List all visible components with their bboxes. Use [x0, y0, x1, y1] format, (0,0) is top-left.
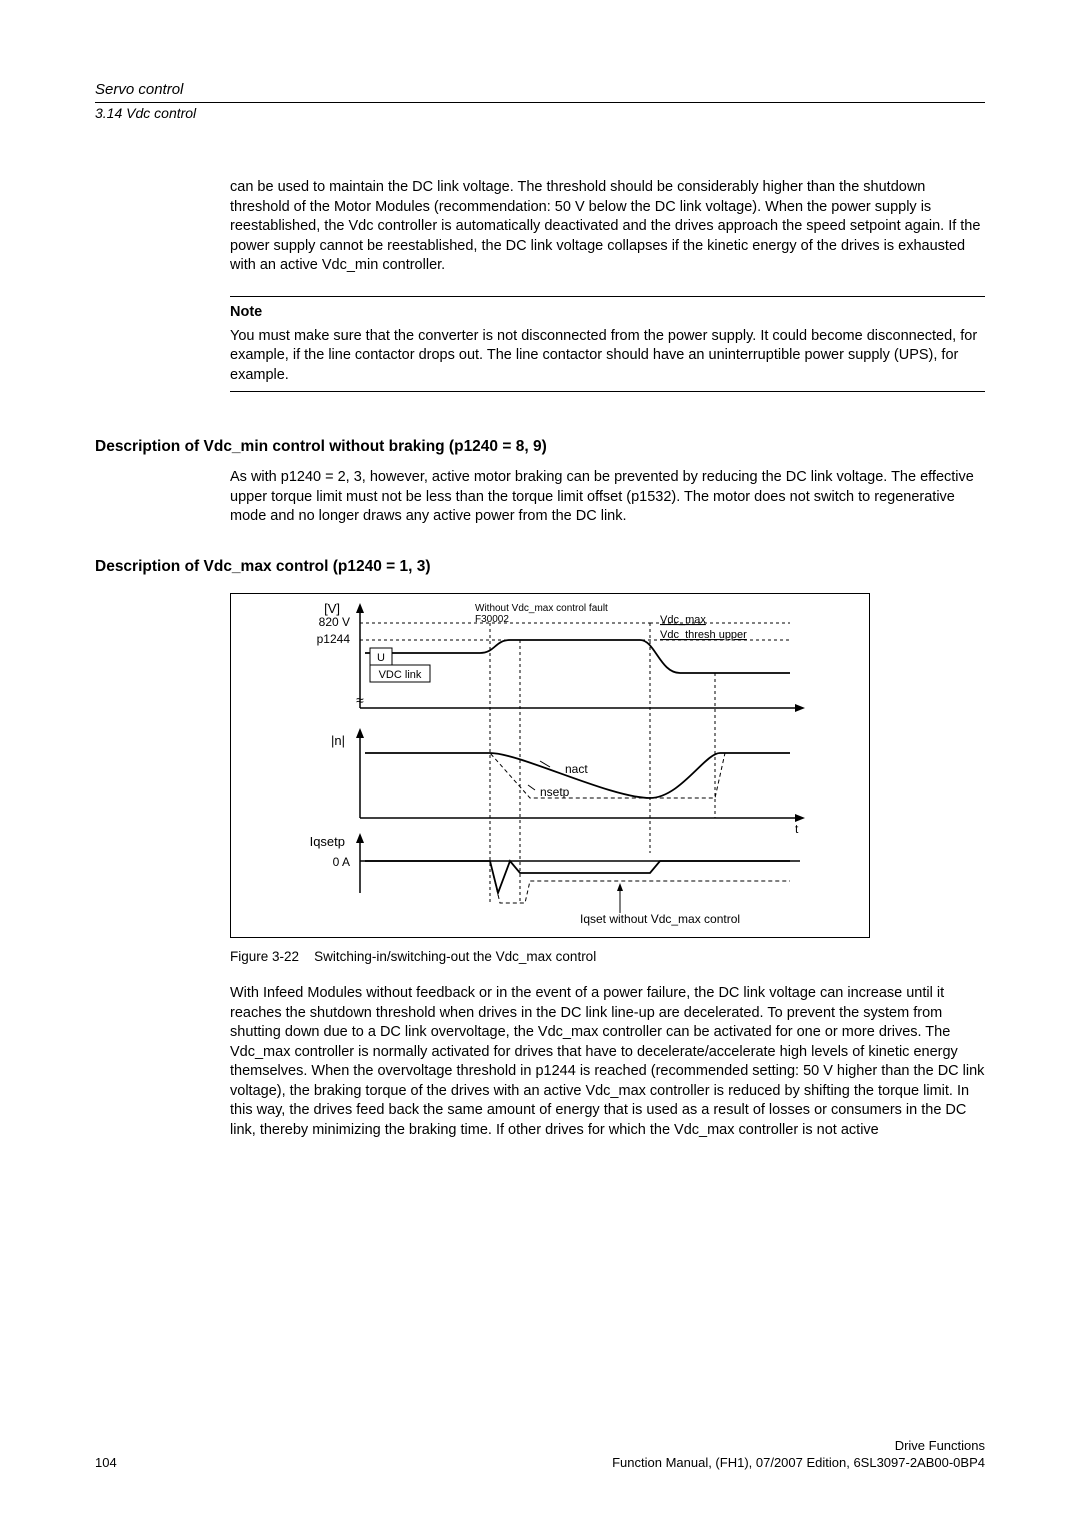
- note-block: Note You must make sure that the convert…: [230, 296, 985, 392]
- page-header: Servo control 3.14 Vdc control: [95, 80, 985, 123]
- chart-label-vdclink: VDC link: [379, 669, 422, 681]
- page-number: 104: [95, 1454, 117, 1472]
- svg-text:≈: ≈: [356, 692, 364, 708]
- tick-820v: 820 V: [319, 615, 350, 629]
- heading-vdc-min-no-braking: Description of Vdc_min control without b…: [95, 437, 985, 458]
- chart-ylabel-iq: Iqsetp: [310, 834, 345, 849]
- chart-anno-vdcthresh: Vdc_thresh upper: [660, 629, 747, 641]
- paragraph-3: With Infeed Modules without feedback or …: [230, 984, 985, 1141]
- figure-text: Switching-in/switching-out the Vdc_max c…: [314, 949, 596, 964]
- chart-anno-nact: nact: [565, 762, 588, 776]
- chart-xlabel-t: t: [795, 822, 799, 836]
- note-text: You must make sure that the converter is…: [230, 327, 985, 386]
- chart-label-u: U: [377, 652, 385, 664]
- paragraph-2: As with p1240 = 2, 3, however, active mo…: [230, 468, 985, 527]
- header-title: Servo control: [95, 80, 985, 100]
- footer-line1: Drive Functions: [612, 1437, 985, 1455]
- footer-line2: Function Manual, (FH1), 07/2007 Edition,…: [612, 1454, 985, 1472]
- chart-ylabel-v: [V]: [324, 601, 340, 616]
- figure-vdc-max: [V] 820 V p1244 U VDC link Without Vdc_m…: [230, 593, 985, 966]
- tick-p1244: p1244: [317, 632, 351, 646]
- chart-anno-iqset: Iqset without Vdc_max control: [580, 912, 740, 926]
- figure-label: Figure 3-22: [230, 949, 299, 964]
- chart-anno-vdcmax: Vdc_max: [660, 614, 706, 626]
- tick-0a: 0 A: [333, 855, 350, 869]
- chart-ylabel-n: |n|: [331, 733, 345, 748]
- page-footer: 104 Drive Functions Function Manual, (FH…: [95, 1437, 985, 1472]
- chart-anno-nsetp: nsetp: [540, 785, 570, 799]
- paragraph-1: can be used to maintain the DC link volt…: [230, 178, 985, 276]
- note-label: Note: [230, 303, 985, 323]
- chart-anno-fault: Without Vdc_max control fault: [475, 603, 608, 614]
- heading-vdc-max: Description of Vdc_max control (p1240 = …: [95, 557, 985, 578]
- figure-caption: Figure 3-22 Switching-in/switching-out t…: [230, 948, 985, 966]
- header-subsection: 3.14 Vdc control: [95, 102, 985, 123]
- chart-anno-f30002: F30002: [475, 614, 509, 625]
